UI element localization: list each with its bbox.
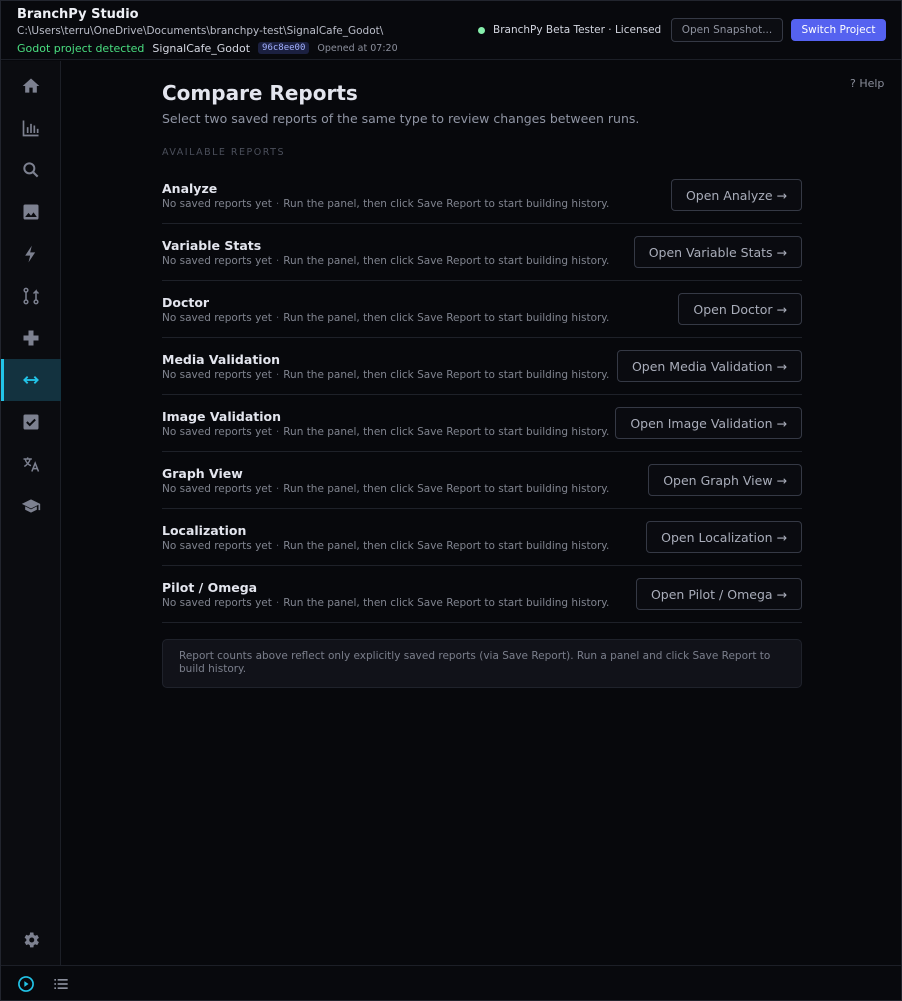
report-meta: No saved reports yet · Run the panel, then… — [162, 597, 610, 609]
report-status: No saved reports yet — [162, 312, 272, 324]
report-meta: No saved reports yet · Run the panel, then… — [162, 198, 610, 210]
report-hint: Run the panel, then click Save Report to… — [283, 255, 610, 267]
sidebar-item-search[interactable] — [1, 149, 61, 191]
open-analyze-button[interactable]: Open Analyze → — [670, 179, 802, 211]
sidebar-item-actions[interactable] — [1, 233, 61, 275]
report-status: No saved reports yet — [162, 540, 272, 552]
sidebar-item-branches[interactable] — [1, 275, 61, 317]
home-icon — [22, 78, 40, 93]
sidebar-item-localization[interactable] — [1, 443, 61, 485]
sidebar-item-settings[interactable] — [1, 919, 61, 961]
sidebar-item-home[interactable] — [1, 65, 61, 107]
report-meta: No saved reports yet · Run the panel, then… — [162, 369, 610, 381]
translate-icon — [23, 457, 40, 472]
report-status: No saved reports yet — [162, 426, 272, 438]
sidebar-item-validation[interactable] — [1, 401, 61, 443]
report-row-analyze: Analyze No saved reports yet · Run the pan… — [162, 167, 802, 224]
list-icon[interactable] — [51, 974, 71, 994]
page-title: Compare Reports — [162, 81, 358, 105]
report-status: No saved reports yet — [162, 369, 272, 381]
checkbox-icon — [23, 414, 39, 430]
report-row-pilot-omega: Pilot / Omega No saved reports yet · Run t… — [162, 566, 802, 623]
help-link[interactable]: ? Help — [850, 77, 884, 90]
license-text: BranchPy Beta Tester · Licensed — [493, 24, 662, 36]
sidebar-item-stats[interactable] — [1, 107, 61, 149]
report-list: Analyze No saved reports yet · Run the pan… — [162, 167, 802, 623]
report-name: Image Validation — [162, 409, 282, 424]
sidebar-item-learn[interactable] — [1, 485, 61, 527]
open-doctor-button[interactable]: Open Doctor → — [678, 293, 802, 325]
report-name: Pilot / Omega — [162, 580, 258, 595]
report-hint: Run the panel, then click Save Report to… — [283, 312, 610, 324]
sidebar-item-images[interactable] — [1, 191, 61, 233]
plus-icon — [23, 330, 39, 346]
gear-icon — [24, 932, 39, 948]
report-row-doctor: Doctor No saved reports yet · Run the pane… — [162, 281, 802, 338]
report-hint: Run the panel, then click Save Report to… — [283, 597, 610, 609]
report-meta: No saved reports yet · Run the panel, then… — [162, 312, 610, 324]
report-hint: Run the panel, then click Save Report to… — [283, 483, 610, 495]
bar-chart-icon — [22, 120, 39, 137]
report-status: No saved reports yet — [162, 597, 272, 609]
report-hint: Run the panel, then click Save Report to… — [283, 540, 610, 552]
report-row-variable-stats: Variable Stats No saved reports yet · Run … — [162, 224, 802, 281]
project-detected-status: Godot project detected — [17, 41, 145, 55]
report-meta: No saved reports yet · Run the panel, then… — [162, 426, 610, 438]
report-name: Doctor — [162, 295, 210, 310]
image-icon — [23, 204, 39, 220]
project-name: SignalCafe_Godot — [152, 41, 251, 55]
report-hint: Run the panel, then click Save Report to… — [283, 369, 610, 381]
report-row-media-validation: Media Validation No saved reports yet · Ru… — [162, 338, 802, 395]
open-snapshot-button[interactable]: Open Snapshot... — [671, 18, 783, 42]
top-header: BranchPy Studio C:\Users\terru\OneDrive\… — [1, 1, 901, 60]
open-variable-stats-button[interactable]: Open Variable Stats → — [633, 236, 802, 268]
report-status: No saved reports yet — [162, 255, 272, 267]
report-row-graph-view: Graph View No saved reports yet · Run the … — [162, 452, 802, 509]
page-subtitle: Select two saved reports of the same typ… — [162, 111, 640, 126]
info-note: Report counts above reflect only explici… — [162, 639, 802, 688]
app-title: BranchPy Studio — [17, 7, 139, 22]
search-icon — [23, 162, 39, 178]
report-name: Variable Stats — [162, 238, 262, 253]
report-meta: No saved reports yet · Run the panel, then… — [162, 255, 610, 267]
open-pilot-omega-button[interactable]: Open Pilot / Omega → — [635, 578, 802, 610]
open-localization-button[interactable]: Open Localization → — [646, 521, 802, 553]
commit-hash-badge: 96c8ee00 — [258, 42, 310, 54]
report-hint: Run the panel, then click Save Report to… — [283, 198, 610, 210]
section-label: AVAILABLE REPORTS — [162, 147, 285, 158]
report-meta: No saved reports yet · Run the panel, then… — [162, 540, 610, 552]
open-media-validation-button[interactable]: Open Media Validation → — [616, 350, 802, 382]
project-info: Godot project detected SignalCafe_Godot … — [17, 41, 398, 55]
report-status: No saved reports yet — [162, 198, 272, 210]
report-name: Analyze — [162, 181, 218, 196]
license-status-dot — [478, 26, 485, 34]
opened-timestamp: Opened at 07:20 — [317, 42, 398, 54]
branch-icon — [23, 287, 40, 305]
bolt-icon — [25, 245, 36, 263]
open-graph-view-button[interactable]: Open Graph View → — [648, 464, 802, 496]
report-name: Media Validation — [162, 352, 281, 367]
report-name: Localization — [162, 523, 247, 538]
compare-arrows-icon — [23, 376, 39, 384]
report-name: Graph View — [162, 466, 243, 481]
bottom-bar — [1, 965, 901, 1000]
sidebar — [1, 61, 61, 965]
play-circle-icon[interactable] — [16, 974, 36, 994]
license-status: BranchPy Beta Tester · Licensed — [478, 23, 661, 37]
open-image-validation-button[interactable]: Open Image Validation → — [615, 407, 802, 439]
report-hint: Run the panel, then click Save Report to… — [283, 426, 610, 438]
main-content: ? Help Compare Reports Select two saved … — [62, 61, 901, 965]
sidebar-item-doctor[interactable] — [1, 317, 61, 359]
switch-project-button[interactable]: Switch Project — [791, 19, 886, 41]
sidebar-item-compare[interactable] — [1, 359, 61, 401]
report-row-localization: Localization No saved reports yet · Run th… — [162, 509, 802, 566]
report-row-image-validation: Image Validation No saved reports yet · Ru… — [162, 395, 802, 452]
project-path: C:\Users\terru\OneDrive\Documents\branch… — [17, 25, 384, 37]
report-meta: No saved reports yet · Run the panel, then… — [162, 483, 610, 495]
report-status: No saved reports yet — [162, 483, 272, 495]
graduation-cap-icon — [21, 499, 41, 513]
